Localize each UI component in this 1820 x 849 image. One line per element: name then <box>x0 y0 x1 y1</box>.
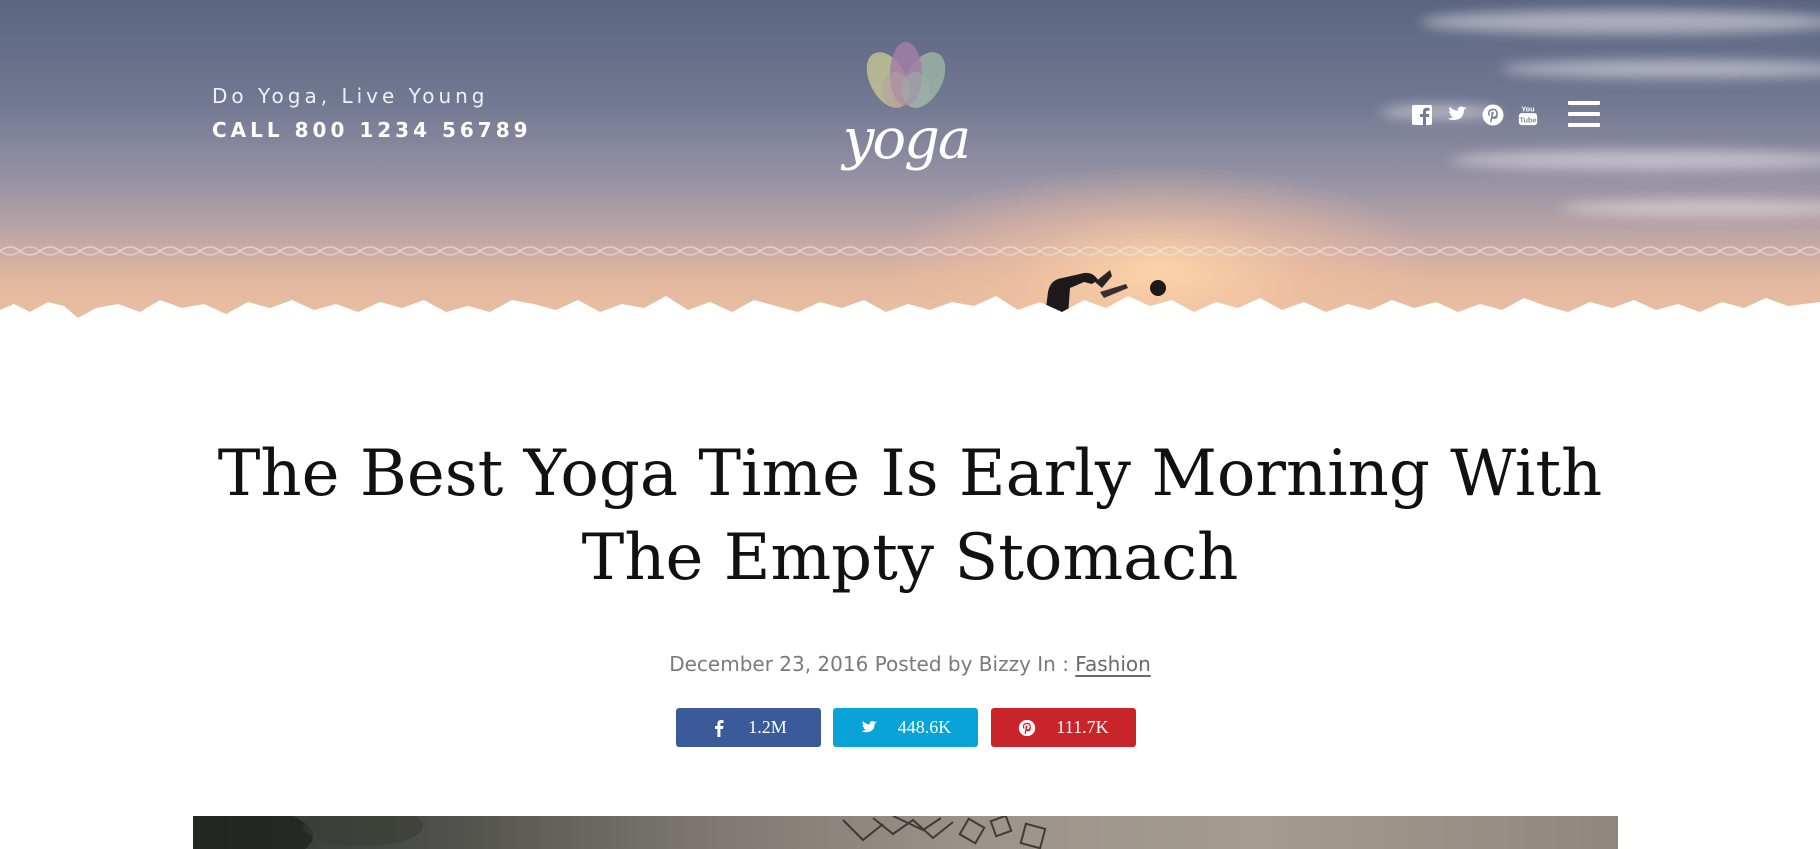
pinterest-icon <box>1019 719 1036 736</box>
featured-image <box>193 816 1618 849</box>
hamburger-menu-icon[interactable] <box>1568 101 1600 129</box>
facebook-icon <box>715 719 724 737</box>
wave-divider <box>0 246 1820 256</box>
facebook-share-button[interactable]: 1.2M <box>676 708 821 747</box>
post-author[interactable]: Bizzy <box>979 652 1031 676</box>
youtube-icon[interactable]: You Tube <box>1517 104 1539 126</box>
torn-paper-edge <box>0 296 1820 340</box>
facebook-icon[interactable] <box>1411 104 1433 126</box>
article-meta: December 23, 2016 Posted by Bizzy In : F… <box>410 652 1410 676</box>
site-logo[interactable]: yoga <box>838 38 974 188</box>
twitter-share-button[interactable]: 448.6K <box>833 708 978 747</box>
pinterest-icon[interactable] <box>1482 104 1504 126</box>
lotus-icon <box>866 42 946 108</box>
facebook-share-count: 1.2M <box>748 717 787 737</box>
article-title: The Best Yoga Time Is Early Morning With… <box>217 437 1603 595</box>
category-link[interactable]: Fashion <box>1075 652 1151 676</box>
posted-by-label: Posted by <box>874 652 973 676</box>
cloud <box>1500 60 1820 78</box>
category-label: In : <box>1037 652 1069 676</box>
twitter-share-count: 448.6K <box>897 717 952 737</box>
cloud <box>1450 150 1820 170</box>
svg-text:Tube: Tube <box>1520 115 1537 124</box>
phone-number[interactable]: CALL 800 1234 56789 <box>212 118 532 142</box>
pinterest-share-count: 111.7K <box>1056 717 1109 737</box>
twitter-icon[interactable] <box>1446 104 1468 126</box>
logo-wordmark: yoga <box>842 107 972 172</box>
pinterest-share-button[interactable]: 111.7K <box>991 708 1136 747</box>
site-tagline: Do Yoga, Live Young <box>212 84 489 108</box>
svg-text:You: You <box>1521 104 1534 113</box>
hero-banner: Do Yoga, Live Young CALL 800 1234 56789 … <box>0 0 1820 340</box>
twitter-icon <box>861 720 877 732</box>
featured-image-detail <box>193 816 1047 849</box>
cloud <box>1420 10 1820 34</box>
cloud <box>1560 200 1820 216</box>
post-date[interactable]: December 23, 2016 <box>669 652 868 676</box>
